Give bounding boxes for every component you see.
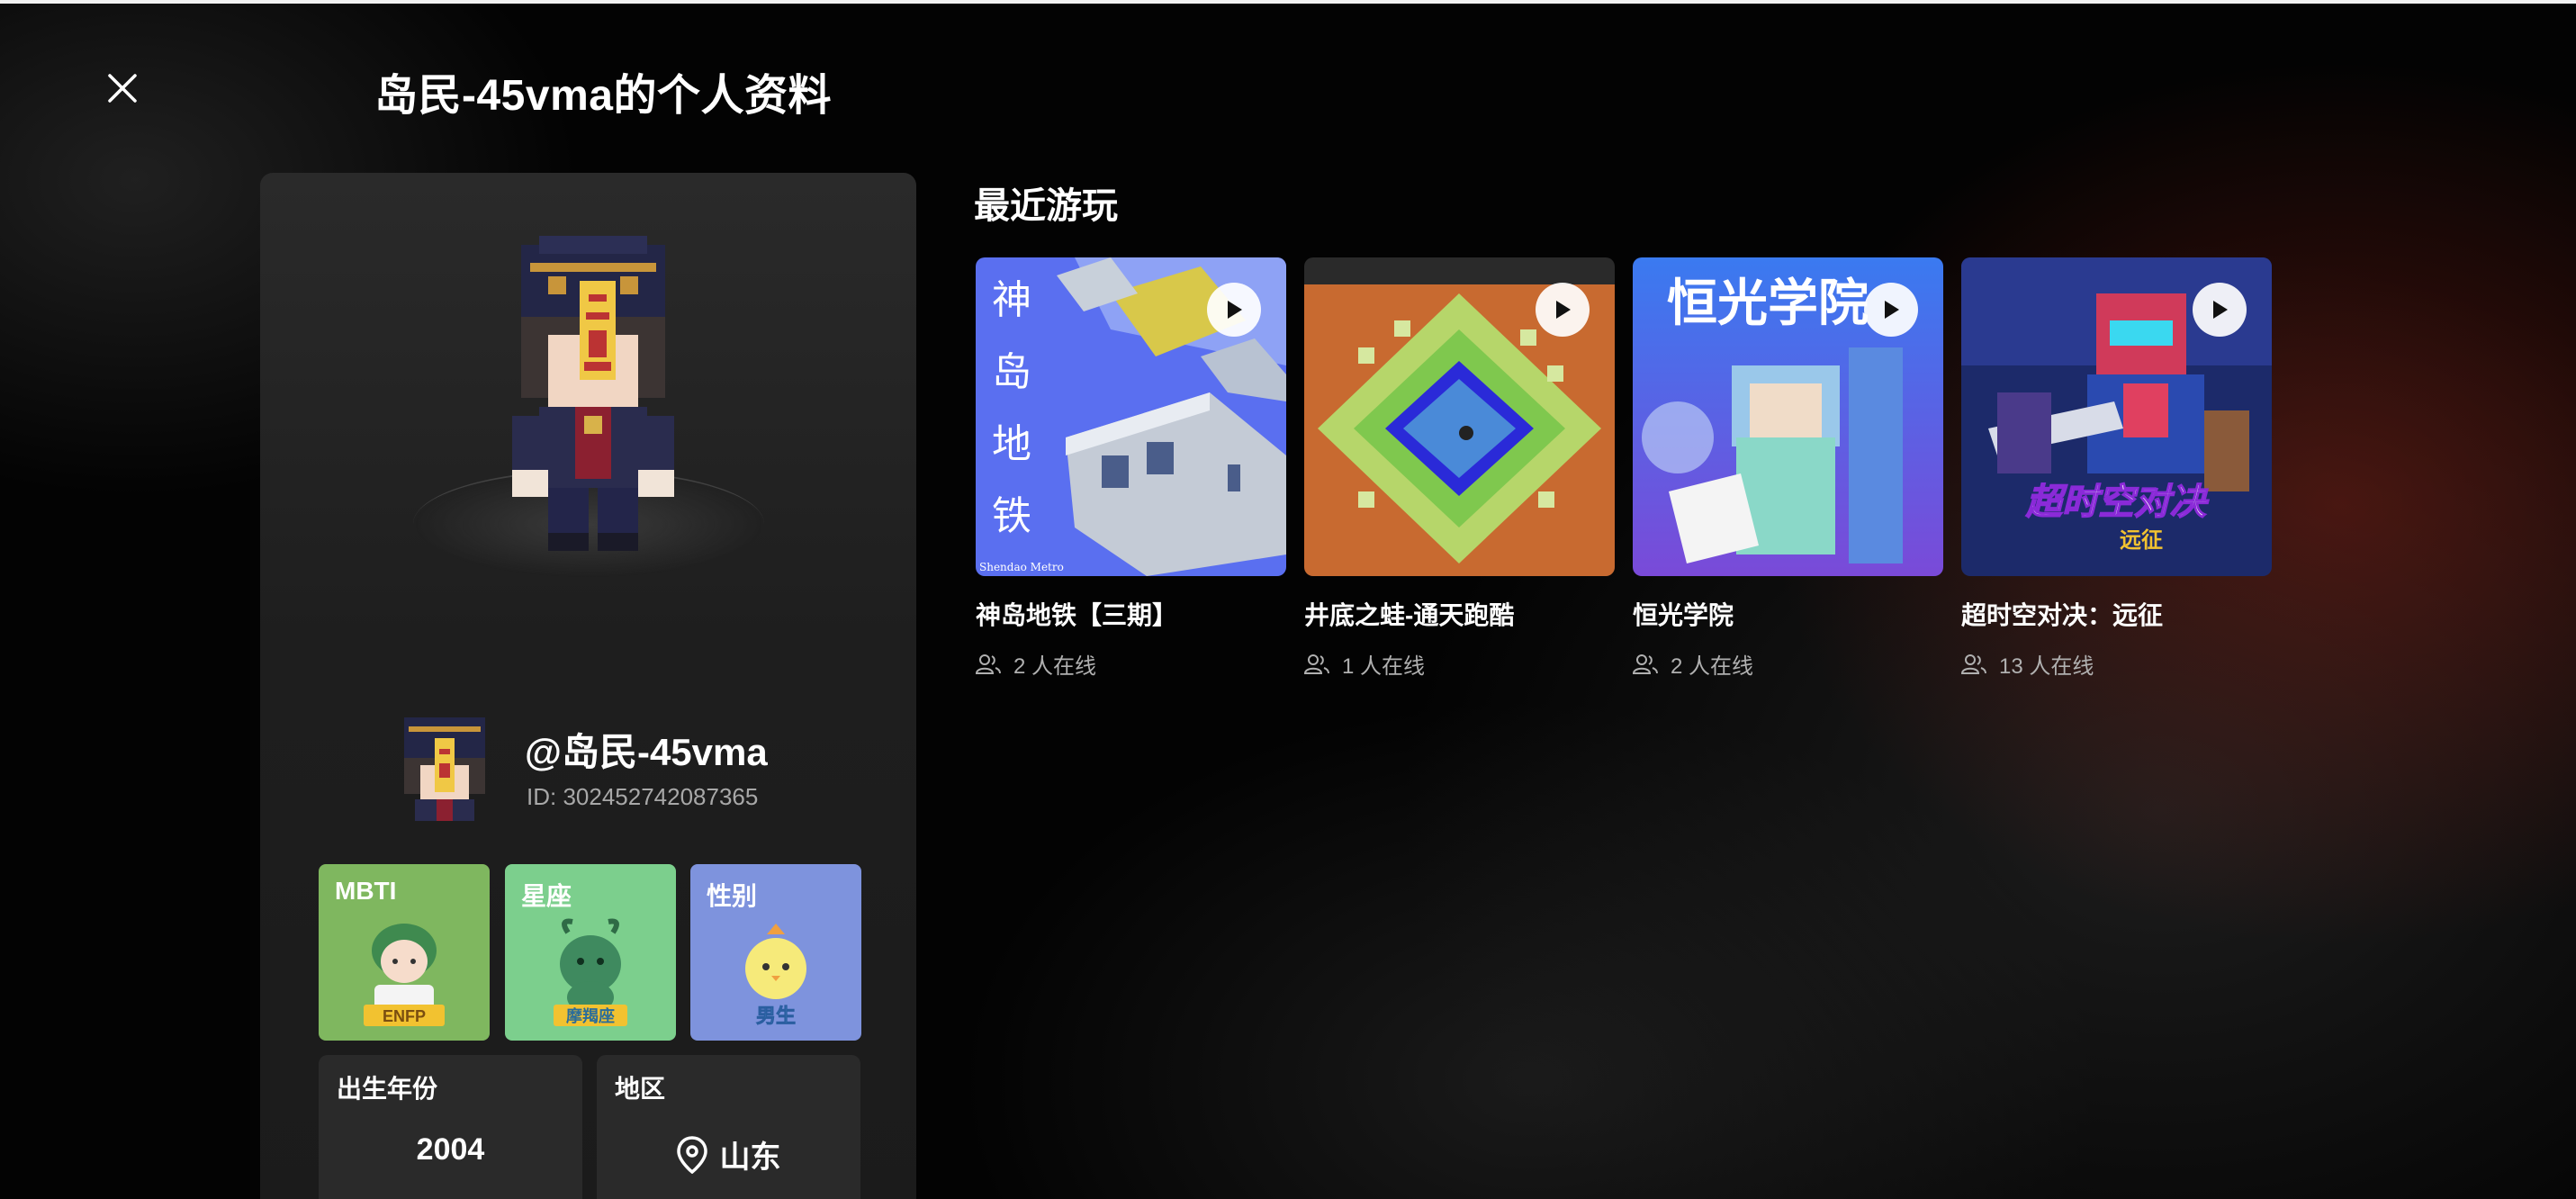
- gender-label: 性别: [707, 882, 758, 910]
- profile-page: 岛民-45vma的个人资料 @岛民-45vma ID: 302452742087…: [0, 0, 2576, 1199]
- online-count: 1 人在线: [1304, 648, 1615, 680]
- page-title: 岛民-45vma的个人资料: [374, 72, 832, 120]
- academy-thumb-title: 恒光学院: [1667, 274, 1869, 333]
- game-thumbnail[interactable]: [1304, 257, 1615, 576]
- user-avatar[interactable]: [395, 713, 494, 821]
- users-icon: [976, 654, 1001, 674]
- avatar-stage: [260, 173, 916, 623]
- character-avatar-image: [512, 236, 674, 551]
- game-card[interactable]: 神 岛 地 铁 Shendao Metro 神岛地铁【三期】 2 人在线: [976, 257, 1286, 680]
- birth-year-card: 出生年份 2004: [319, 1055, 582, 1199]
- thumb-char-2: 岛: [992, 349, 1031, 395]
- mbti-label: MBTI: [335, 877, 397, 905]
- gender-card[interactable]: 性别 男生: [690, 864, 861, 1041]
- users-icon: [1961, 654, 1986, 674]
- game-name[interactable]: 神岛地铁【三期】: [976, 596, 1286, 632]
- gender-badge-text: 男生: [756, 1005, 796, 1028]
- online-count: 13 人在线: [1961, 648, 2272, 680]
- zodiac-capricorn-icon: 摩羯座: [554, 918, 627, 1026]
- birth-year-label: 出生年份: [337, 1075, 438, 1103]
- game-thumbnail[interactable]: 恒光学院: [1633, 257, 1943, 576]
- region-value-row: 山东: [597, 1132, 860, 1176]
- play-icon: [1885, 301, 1899, 319]
- game-name[interactable]: 恒光学院: [1633, 596, 1943, 632]
- region-label: 地区: [615, 1075, 666, 1103]
- game-name[interactable]: 井底之蛙-通天跑酷: [1304, 596, 1615, 632]
- play-button[interactable]: [2193, 283, 2247, 337]
- thumb-char-1: 神: [992, 277, 1031, 323]
- duel-thumb-title: 超时空对决: [2025, 482, 2210, 523]
- duel-thumb-subtitle: 远征: [2120, 527, 2163, 553]
- gender-chick-icon: 男生: [745, 924, 806, 1028]
- close-button[interactable]: [97, 63, 148, 113]
- region-card: 地区 山东: [597, 1055, 860, 1199]
- online-count-text: 13 人在线: [1999, 654, 2094, 679]
- play-button[interactable]: [1207, 283, 1261, 337]
- recent-plays-title: 最近游玩: [974, 186, 1118, 226]
- online-count-text: 2 人在线: [1671, 654, 1754, 679]
- close-icon: [108, 74, 137, 103]
- zodiac-card[interactable]: 星座 摩羯座: [505, 864, 676, 1041]
- top-border: [0, 0, 2576, 4]
- mbti-card[interactable]: MBTI ENFP: [319, 864, 490, 1041]
- online-count: 2 人在线: [1633, 648, 1943, 680]
- users-icon: [1633, 654, 1658, 674]
- thumb-char-4: 铁: [992, 493, 1031, 539]
- username: @岛民-45vma: [525, 731, 768, 773]
- play-icon: [1228, 301, 1242, 319]
- location-pin-icon: [676, 1135, 707, 1174]
- play-button[interactable]: [1536, 283, 1590, 337]
- zodiac-badge-text: 摩羯座: [566, 1006, 615, 1026]
- birth-year-value-row: 2004: [319, 1132, 582, 1167]
- play-button[interactable]: [1864, 283, 1918, 337]
- mbti-badge-text: ENFP: [383, 1007, 426, 1025]
- users-icon: [1304, 654, 1329, 674]
- thumb-char-3: 地: [992, 421, 1031, 467]
- play-icon: [1556, 301, 1571, 319]
- play-icon: [2213, 301, 2228, 319]
- game-name[interactable]: 超时空对决：远征: [1961, 596, 2272, 632]
- game-thumbnail[interactable]: 神 岛 地 铁 Shendao Metro: [976, 257, 1286, 576]
- game-card[interactable]: 超时空对决 远征 超时空对决：远征 13 人在线: [1961, 257, 2272, 680]
- mbti-character-icon: ENFP: [364, 924, 445, 1026]
- region-value: 山东: [719, 1140, 781, 1175]
- zodiac-label: 星座: [521, 882, 572, 910]
- thumb-caption: Shendao Metro: [979, 561, 1064, 573]
- game-thumbnail[interactable]: 超时空对决 远征: [1961, 257, 2272, 576]
- online-count: 2 人在线: [976, 648, 1286, 680]
- birth-year-value: 2004: [416, 1132, 485, 1167]
- online-count-text: 1 人在线: [1342, 654, 1426, 679]
- user-id: ID: 302452742087365: [527, 783, 759, 810]
- game-card[interactable]: 井底之蛙-通天跑酷 1 人在线: [1304, 257, 1615, 680]
- game-card[interactable]: 恒光学院 恒光学院 2 人在线: [1633, 257, 1943, 680]
- profile-panel: @岛民-45vma ID: 302452742087365 MBTI ENFP …: [260, 173, 916, 1199]
- online-count-text: 2 人在线: [1013, 654, 1097, 679]
